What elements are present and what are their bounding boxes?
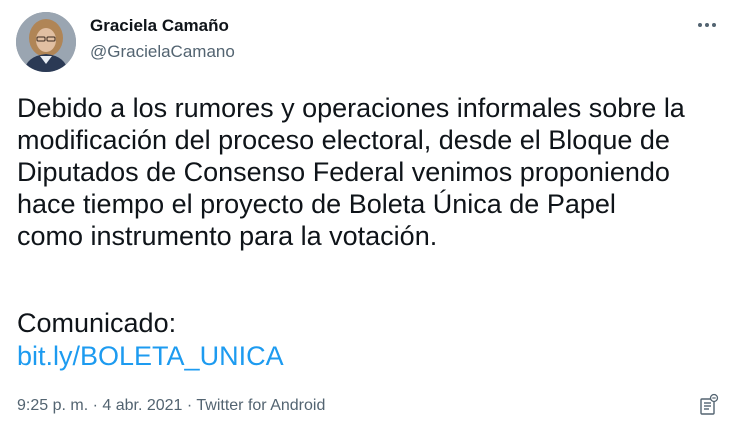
tweet-meta: 9:25 p. m. · 4 abr. 2021 · Twitter for A… [17, 396, 325, 416]
bitly-link[interactable]: bit.ly/BOLETA_UNICA [17, 340, 284, 372]
tweet-text: Debido a los rumores y operaciones infor… [17, 93, 685, 251]
tweet-source[interactable]: Twitter for Android [196, 397, 325, 414]
tweet-card: Graciela Camaño @GracielaCamano Debido a… [0, 0, 732, 425]
more-options-button[interactable] [696, 17, 718, 33]
user-handle[interactable]: @GracielaCamano [90, 41, 235, 63]
display-name[interactable]: Graciela Camaño [90, 15, 235, 37]
communicated-label: Comunicado: [17, 308, 177, 338]
tweet-time[interactable]: 9:25 p. m. [17, 397, 88, 414]
meta-separator: · [88, 397, 103, 414]
tweet-info-icon [700, 393, 719, 415]
more-horizontal-icon [698, 23, 716, 27]
tweet-info-button[interactable] [698, 393, 720, 417]
avatar-photo-icon [16, 12, 76, 72]
author-block: Graciela Camaño @GracielaCamano [90, 15, 235, 63]
meta-separator: · [182, 397, 197, 414]
tweet-date[interactable]: 4 abr. 2021 [102, 397, 182, 414]
avatar[interactable] [16, 12, 76, 72]
